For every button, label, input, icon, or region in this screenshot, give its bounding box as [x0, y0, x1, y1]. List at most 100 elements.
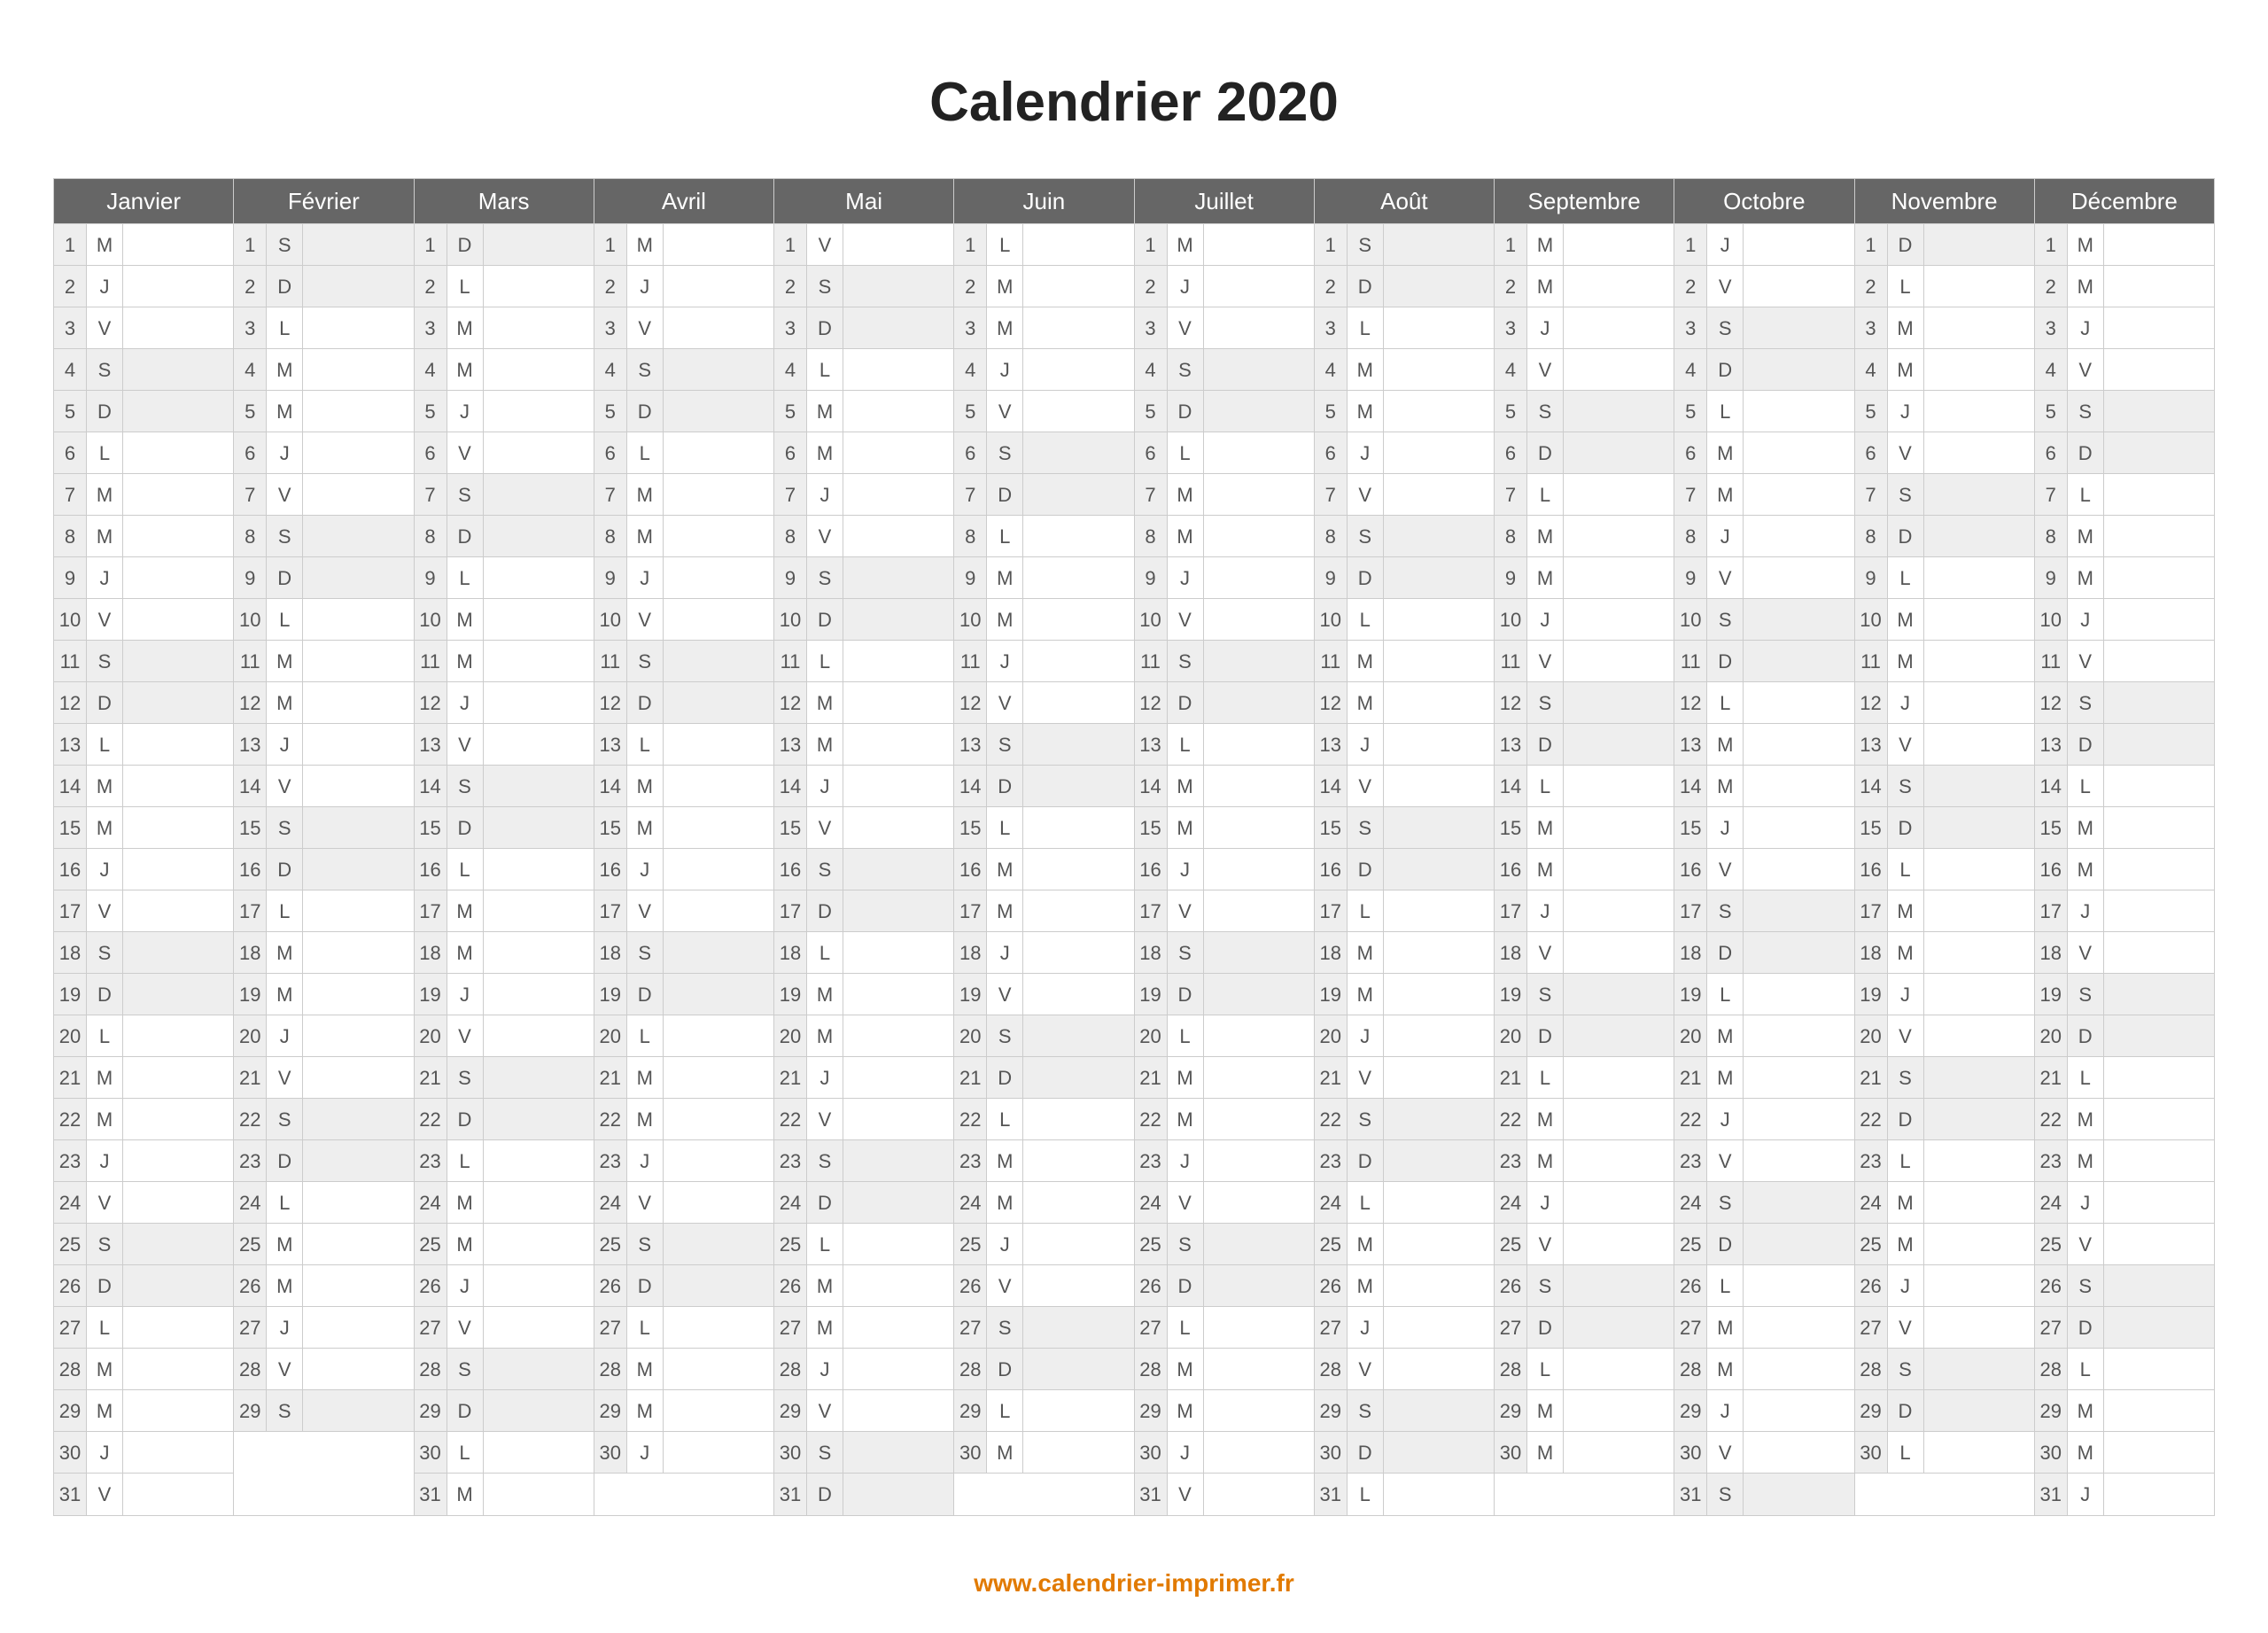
day-weekday: S — [447, 1349, 484, 1389]
day-row: 23D — [1315, 1140, 1494, 1182]
day-number: 27 — [954, 1307, 987, 1348]
day-row: 1M — [594, 224, 773, 266]
day-weekday: J — [1348, 1015, 1384, 1056]
day-row: 30S — [774, 1432, 953, 1474]
day-number: 12 — [54, 682, 87, 723]
day-weekday: S — [2068, 1265, 2104, 1306]
day-note-space — [123, 349, 233, 390]
day-number: 12 — [2035, 682, 2068, 723]
day-note-space — [1564, 1307, 1674, 1348]
day-weekday: J — [1707, 1390, 1744, 1431]
day-weekday: S — [1168, 1224, 1204, 1264]
day-number: 16 — [1855, 849, 1888, 890]
day-number: 18 — [1135, 932, 1168, 973]
day-row: 16L — [415, 849, 594, 890]
day-row: 12S — [2035, 682, 2214, 724]
day-weekday: M — [1707, 724, 1744, 765]
day-row: 1M — [2035, 224, 2214, 266]
day-weekday: V — [1168, 1474, 1204, 1515]
day-row: 22D — [415, 1099, 594, 1140]
day-weekday: J — [2068, 1182, 2104, 1223]
day-weekday: M — [1527, 849, 1564, 890]
day-row: 23L — [1855, 1140, 2034, 1182]
day-number: 26 — [1495, 1265, 1527, 1306]
day-weekday: J — [987, 641, 1023, 681]
day-weekday: M — [1527, 224, 1564, 265]
day-weekday: L — [1348, 1182, 1384, 1223]
day-row: 23D — [234, 1140, 413, 1182]
day-row: 17V — [54, 890, 233, 932]
day-number: 24 — [2035, 1182, 2068, 1223]
day-row: 14S — [1855, 766, 2034, 807]
day-row: 20V — [415, 1015, 594, 1057]
day-row: 20M — [1674, 1015, 1853, 1057]
day-number: 3 — [774, 307, 807, 348]
day-weekday: V — [987, 974, 1023, 1015]
day-row: 20M — [774, 1015, 953, 1057]
day-weekday: S — [1888, 474, 1924, 515]
day-row: 24L — [234, 1182, 413, 1224]
day-row: 6V — [415, 432, 594, 474]
day-number: 25 — [774, 1224, 807, 1264]
day-note-space — [1204, 516, 1314, 556]
day-row: 27L — [1135, 1307, 1314, 1349]
day-note-space — [1204, 1140, 1314, 1181]
day-row: 21V — [234, 1057, 413, 1099]
day-note-space — [484, 890, 594, 931]
day-note-space — [484, 1015, 594, 1056]
day-note-space — [1204, 724, 1314, 765]
day-note-space — [1564, 1349, 1674, 1389]
day-weekday: V — [87, 1182, 123, 1223]
day-weekday: J — [87, 266, 123, 307]
day-row: 15M — [54, 807, 233, 849]
day-number: 22 — [54, 1099, 87, 1139]
day-note-space — [1744, 1057, 1853, 1098]
day-weekday: L — [807, 1224, 843, 1264]
calendar-grid: Janvier1M2J3V4S5D6L7M8M9J10V11S12D13L14M… — [53, 178, 2215, 1516]
day-weekday: D — [267, 849, 303, 890]
day-row: 28M — [1674, 1349, 1853, 1390]
day-weekday: V — [1527, 1224, 1564, 1264]
day-weekday: M — [447, 599, 484, 640]
day-row: 2L — [415, 266, 594, 307]
day-weekday: M — [1168, 1057, 1204, 1098]
day-note-space — [1564, 766, 1674, 806]
day-weekday: J — [87, 557, 123, 598]
day-row: 24M — [954, 1182, 1133, 1224]
day-number: 9 — [234, 557, 267, 598]
day-row: 30M — [954, 1432, 1133, 1474]
day-number: 28 — [954, 1349, 987, 1389]
day-number: 15 — [594, 807, 627, 848]
day-row: 26S — [1495, 1265, 1674, 1307]
day-row: 31L — [1315, 1474, 1494, 1515]
day-row: 10L — [234, 599, 413, 641]
day-row: 30V — [1674, 1432, 1853, 1474]
day-row: 28L — [2035, 1349, 2214, 1390]
day-note-space — [1744, 1432, 1853, 1473]
day-number: 28 — [415, 1349, 447, 1389]
day-note-space — [1204, 890, 1314, 931]
day-weekday: L — [87, 1015, 123, 1056]
day-note-space — [123, 599, 233, 640]
day-number: 30 — [2035, 1432, 2068, 1473]
day-number: 28 — [1674, 1349, 1707, 1389]
day-number: 13 — [1674, 724, 1707, 765]
day-weekday: J — [1168, 266, 1204, 307]
day-row: 17L — [234, 890, 413, 932]
day-note-space — [1564, 1474, 1674, 1515]
day-note-space — [303, 1349, 413, 1389]
day-row: 22M — [594, 1099, 773, 1140]
day-weekday: J — [1888, 1265, 1924, 1306]
day-row: 12S — [1495, 682, 1674, 724]
footer-link[interactable]: www.calendrier-imprimer.fr — [974, 1569, 1294, 1597]
day-weekday: J — [1527, 1182, 1564, 1223]
day-number: 1 — [2035, 224, 2068, 265]
day-number: 7 — [1135, 474, 1168, 515]
day-note-space — [2104, 474, 2214, 515]
day-number: 20 — [2035, 1015, 2068, 1056]
day-weekday: S — [1888, 1057, 1924, 1098]
day-row: 19L — [1674, 974, 1853, 1015]
day-weekday: D — [267, 557, 303, 598]
day-row: 29S — [234, 1390, 413, 1432]
day-note-space — [123, 1432, 233, 1473]
